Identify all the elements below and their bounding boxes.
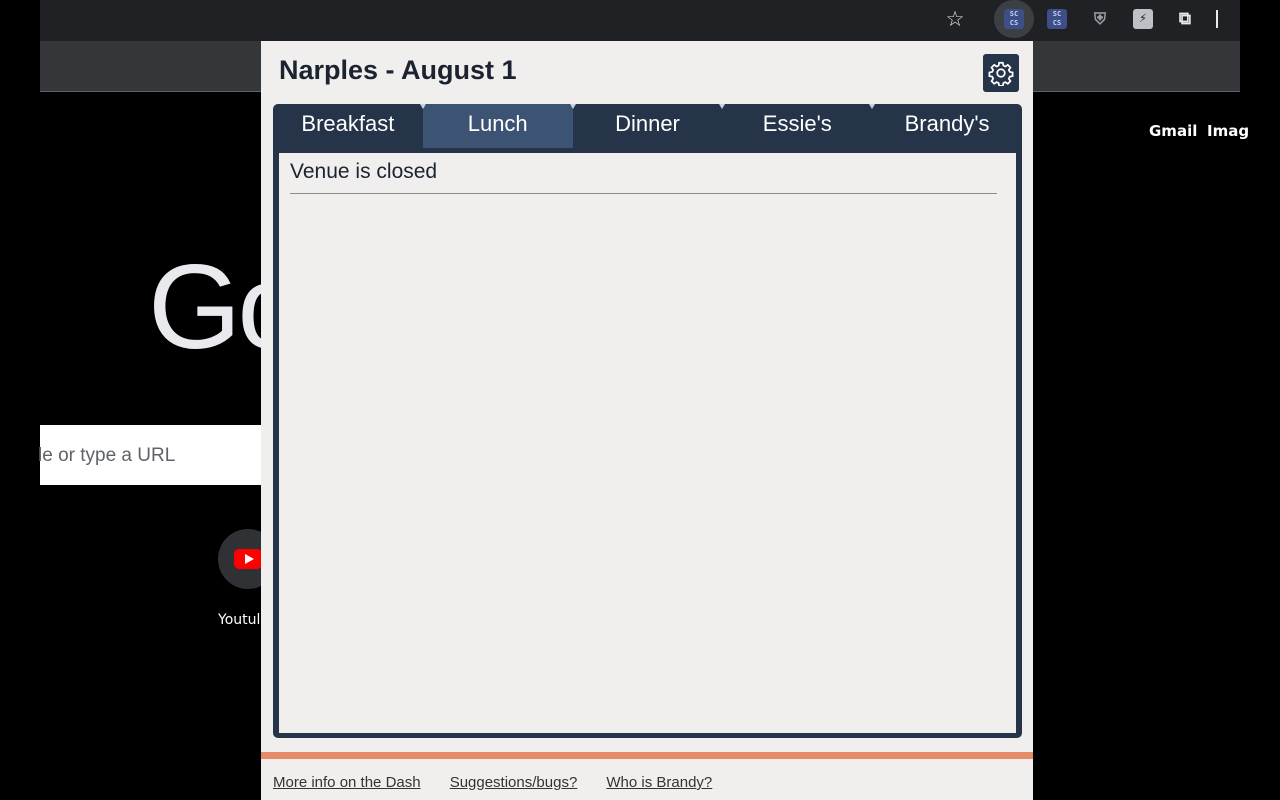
footer-accent-bar: [261, 752, 1033, 759]
tab-dinner[interactable]: Dinner: [569, 104, 723, 148]
divider: [290, 193, 997, 194]
meal-tabs: Breakfast Lunch Dinner Essie's Brandy's: [273, 104, 1022, 148]
tab-essies[interactable]: Essie's: [719, 104, 872, 148]
tab-lunch[interactable]: Lunch: [419, 104, 573, 148]
bookmark-star-icon[interactable]: ☆: [944, 7, 966, 31]
shortcut-label: Youtul: [218, 612, 261, 628]
meal-panel: Breakfast Lunch Dinner Essie's Brandy's …: [273, 104, 1022, 738]
more-info-link[interactable]: More info on the Dash: [273, 774, 421, 791]
suggestions-link[interactable]: Suggestions/bugs?: [450, 774, 578, 791]
page-title: Narples - August 1: [279, 55, 517, 85]
images-link[interactable]: Imag: [1207, 122, 1249, 140]
tab-breakfast[interactable]: Breakfast: [273, 104, 423, 148]
menu-content: Venue is closed: [279, 153, 1016, 733]
settings-button[interactable]: [983, 54, 1019, 92]
who-is-brandy-link[interactable]: Who is Brandy?: [606, 774, 712, 791]
youtube-icon: [234, 549, 262, 569]
gear-icon: [988, 61, 1014, 86]
search-placeholder: le or type a URL: [38, 445, 176, 466]
tab-brandys[interactable]: Brandy's: [869, 104, 1022, 148]
ublock-shield-icon[interactable]: ⛨: [1090, 9, 1110, 29]
extension-popup: Narples - August 1 Breakfast Lunch Dinne…: [261, 41, 1033, 800]
venue-status: Venue is closed: [290, 160, 438, 183]
gmail-link[interactable]: Gmail: [1149, 122, 1197, 140]
toolbar-separator: [1216, 10, 1218, 28]
dash-extension-icon-2[interactable]: SC CS: [1047, 9, 1067, 29]
search-box[interactable]: le or type a URL: [38, 425, 290, 485]
footer-links: More info on the Dash Suggestions/bugs? …: [273, 772, 736, 791]
puzzle-icon[interactable]: ⧉: [1175, 9, 1195, 29]
dash-extension-icon[interactable]: SC CS: [1004, 9, 1024, 29]
bolt-extension-icon[interactable]: ⚡: [1133, 9, 1153, 29]
